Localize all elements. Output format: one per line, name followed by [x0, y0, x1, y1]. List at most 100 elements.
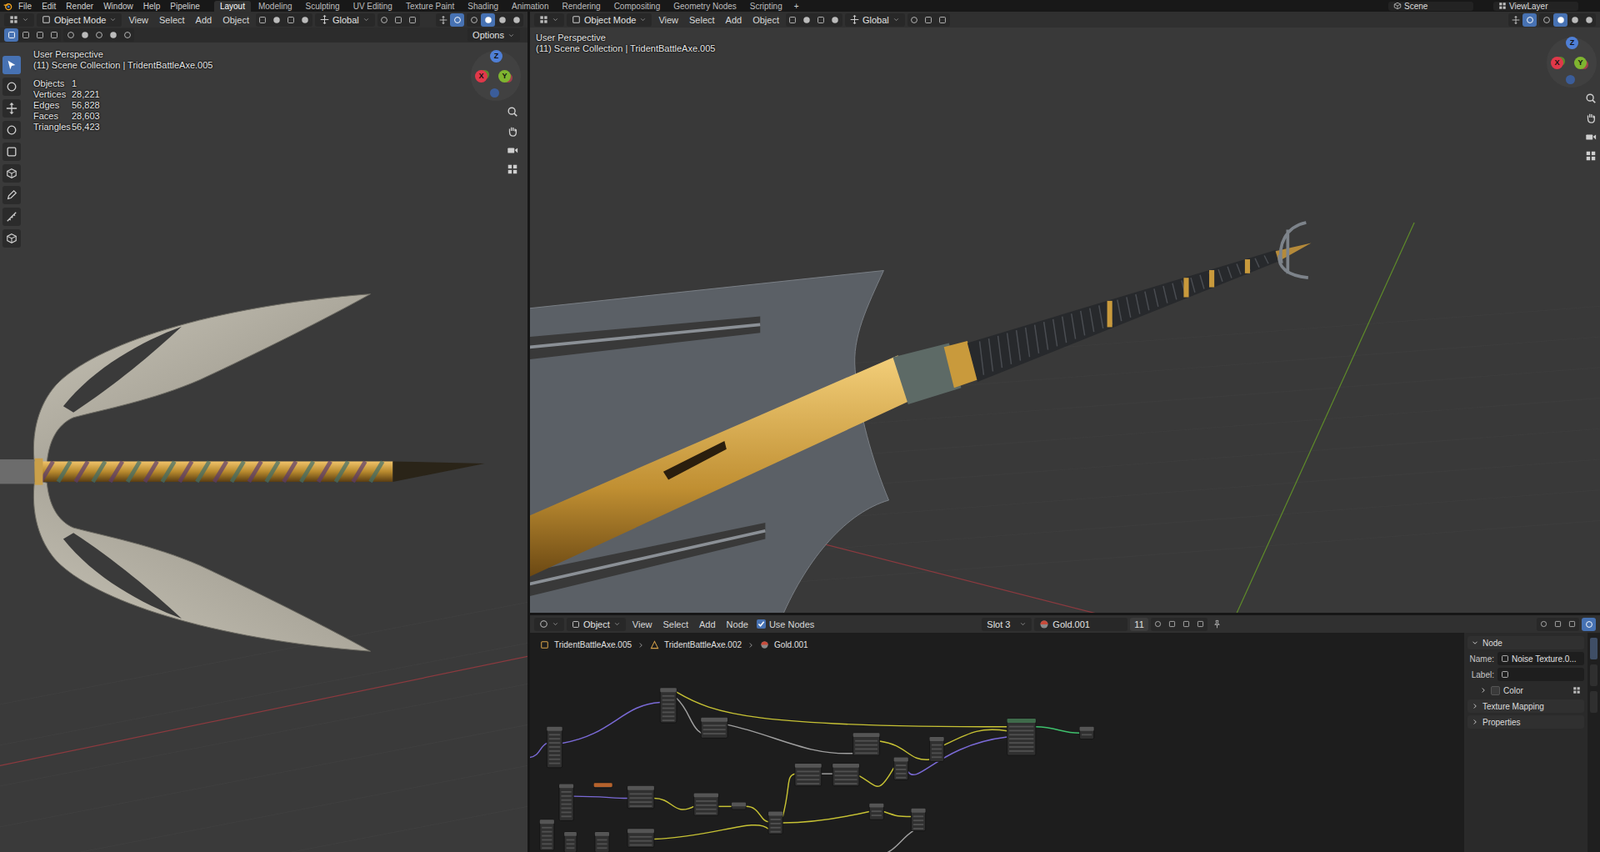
shader-node[interactable] [768, 810, 783, 834]
tool-setting-button[interactable] [105, 28, 120, 42]
shader-node[interactable] [594, 782, 613, 788]
tool-button[interactable] [2, 120, 21, 140]
workspace-tab[interactable]: Layout [214, 0, 251, 12]
workspace-tab[interactable]: Geometry Nodes [667, 0, 743, 12]
workspace-tab[interactable]: Texture Paint [400, 0, 460, 12]
mode-dropdown[interactable]: Object Mode [566, 13, 652, 27]
view-layer-field[interactable]: ViewLayer [1493, 1, 1579, 11]
breadcrumb-item[interactable]: TridentBattleAxe.002 [664, 640, 742, 650]
menu-item[interactable]: Add [191, 15, 217, 25]
shading-button[interactable] [480, 13, 495, 27]
section-header[interactable]: Color [1475, 683, 1585, 697]
shader-node[interactable] [627, 785, 655, 809]
menu-item[interactable]: Node [722, 619, 753, 630]
select-mode-button[interactable] [18, 28, 33, 42]
workspace-tab[interactable]: UV Editing [347, 0, 399, 12]
axis-handle[interactable]: Z [1565, 36, 1579, 50]
node-canvas[interactable]: TridentBattleAxe.005 TridentBattleAxe.002… [530, 632, 1465, 852]
tool-button[interactable] [2, 229, 21, 248]
tool-setting-button[interactable] [91, 28, 106, 42]
toggle-button[interactable] [828, 13, 843, 27]
menu-item[interactable]: View [628, 619, 657, 630]
shader-node[interactable] [894, 757, 909, 780]
toggle-button[interactable] [800, 13, 815, 27]
gizmo-button[interactable] [435, 13, 450, 27]
menu-item[interactable]: View [124, 15, 153, 25]
workspace-tab[interactable]: Sculpting [300, 0, 346, 12]
axis-handle[interactable]: Y [1574, 56, 1587, 70]
menu-item[interactable]: Add [721, 15, 747, 25]
list-icon[interactable] [1572, 685, 1581, 695]
tool-setting-button[interactable] [63, 28, 78, 42]
pin-button[interactable] [1210, 617, 1225, 631]
nav-button[interactable] [506, 144, 519, 158]
label-field[interactable] [1497, 667, 1585, 681]
menu-item[interactable]: Select [685, 15, 720, 25]
node-tree[interactable] [530, 632, 1465, 852]
snap-button[interactable] [1536, 617, 1551, 631]
shader-type-dropdown[interactable]: Object [566, 617, 626, 631]
nav-button[interactable] [1585, 130, 1597, 145]
snap-button[interactable] [1565, 617, 1580, 631]
shading-button[interactable] [509, 13, 524, 27]
sidebar-tab[interactable] [1590, 637, 1598, 660]
workspace-tab[interactable]: Shading [461, 0, 505, 12]
overlay-button[interactable] [1522, 13, 1537, 27]
snap-button[interactable] [405, 13, 420, 27]
shader-node[interactable] [660, 687, 677, 723]
menu-item[interactable]: View [654, 15, 683, 25]
menu-item[interactable]: Select [155, 15, 190, 25]
menu-item[interactable]: Pipeline [165, 1, 205, 11]
select-mode-button[interactable] [32, 28, 47, 42]
snap-button[interactable] [921, 13, 936, 27]
shader-node[interactable] [930, 736, 945, 761]
breadcrumb-item[interactable]: TridentBattleAxe.005 [554, 640, 632, 650]
workspace-tab[interactable]: Rendering [555, 0, 606, 12]
menu-item[interactable]: Window [99, 1, 138, 11]
nav-button[interactable] [1585, 150, 1597, 164]
editor-type-button[interactable] [4, 13, 35, 27]
shader-node[interactable] [559, 783, 574, 820]
shader-node[interactable] [910, 808, 925, 831]
breadcrumb-item[interactable]: Gold.001 [774, 640, 809, 650]
snap-button[interactable] [1550, 617, 1565, 631]
add-workspace-button[interactable]: + [790, 1, 804, 11]
user-count[interactable]: 11 [1130, 617, 1148, 631]
panel-header[interactable]: Node [1467, 635, 1585, 650]
toggle-button[interactable] [284, 13, 299, 27]
menu-item[interactable]: Help [139, 1, 165, 11]
section-header[interactable]: Texture Mapping [1467, 699, 1585, 713]
slot-dropdown[interactable]: Slot 3 [981, 617, 1032, 631]
overlay-button[interactable] [1581, 617, 1596, 631]
shading-button[interactable] [1539, 13, 1554, 27]
menu-item[interactable]: Render [61, 1, 98, 11]
shader-node[interactable] [694, 792, 719, 815]
section-header[interactable]: Properties [1467, 715, 1585, 729]
tool-setting-button[interactable] [77, 28, 92, 42]
scene-field[interactable]: Scene [1388, 1, 1474, 11]
orientation-dropdown[interactable]: Global [315, 13, 375, 27]
select-mode-button[interactable] [46, 28, 61, 42]
label-input[interactable] [1511, 670, 1581, 680]
shading-button[interactable] [1581, 13, 1596, 27]
material-action-button[interactable] [1193, 617, 1208, 631]
tool-button[interactable] [2, 77, 21, 96]
toggle-button[interactable] [785, 13, 800, 27]
name-field[interactable]: Noise Texture.0... [1497, 651, 1585, 665]
gizmo-button[interactable] [1508, 13, 1523, 27]
editor-type-button[interactable] [534, 13, 565, 27]
toggle-button[interactable] [255, 13, 270, 27]
shader-node[interactable] [546, 726, 562, 768]
menu-item[interactable]: Add [695, 619, 720, 630]
tool-button[interactable] [2, 142, 21, 161]
viewport-canvas[interactable]: User Perspective(11) Scene Collection | … [0, 42, 528, 852]
axis-handle[interactable]: Y [498, 70, 511, 83]
nav-button[interactable] [506, 125, 519, 139]
orientation-dropdown[interactable]: Global [845, 13, 905, 27]
shader-node[interactable] [1007, 718, 1036, 755]
tool-button[interactable] [2, 164, 21, 183]
shading-button[interactable] [495, 13, 510, 27]
material-action-button[interactable] [1165, 617, 1180, 631]
menu-item[interactable]: Object [218, 15, 254, 25]
shader-node[interactable] [869, 803, 884, 820]
